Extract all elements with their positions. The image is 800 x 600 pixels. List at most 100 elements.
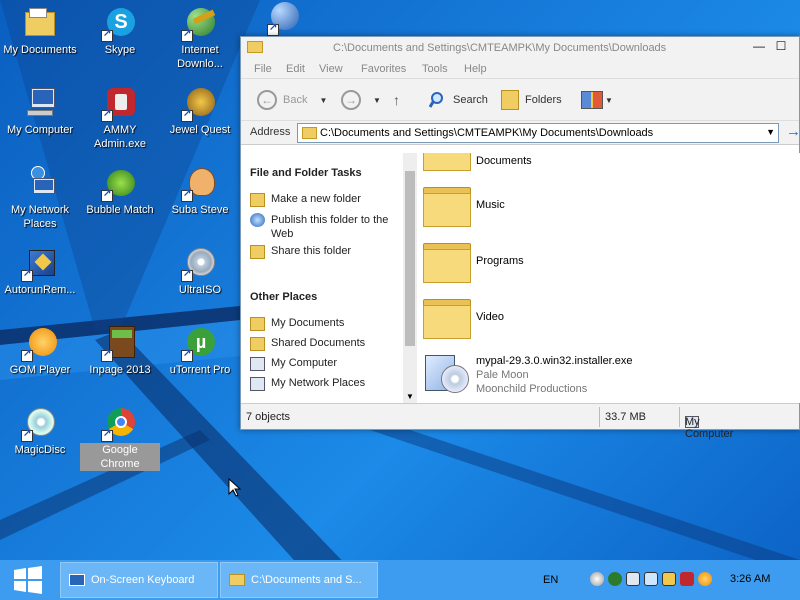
taskbar-button-on-screen-keyboard[interactable]: On-Screen Keyboard xyxy=(60,562,218,598)
exe-file-product: Pale Moon xyxy=(476,369,529,381)
other-places-title: Other Places xyxy=(250,291,318,303)
explorer-window[interactable]: C:\Documents and Settings\CMTEAMPK\My Do… xyxy=(240,36,800,440)
minimize-button[interactable]: — xyxy=(749,39,769,55)
desktop-icon-gom-player[interactable]: GOM Player xyxy=(0,326,80,377)
tray-network-icon[interactable] xyxy=(608,572,622,586)
bubble-match-icon xyxy=(101,166,137,202)
back-button[interactable]: ← Back ▼ xyxy=(257,89,327,111)
go-arrow-icon[interactable]: → xyxy=(786,123,800,140)
windows-logo-icon xyxy=(14,566,42,594)
tray-app-icon[interactable] xyxy=(680,572,694,586)
task-share-folder[interactable]: Share this folder xyxy=(250,245,351,259)
folder-icon xyxy=(302,127,317,139)
place-my-documents[interactable]: My Documents xyxy=(250,317,344,331)
place-my-network-places[interactable]: My Network Places xyxy=(250,377,365,391)
desktop-icon-skype[interactable]: S Skype xyxy=(80,6,160,57)
tray-screen-icon[interactable] xyxy=(644,572,658,586)
address-value: C:\Documents and Settings\CMTEAMPK\My Do… xyxy=(320,127,654,139)
exe-file-company: Moonchild Productions xyxy=(476,383,588,395)
folder-icon xyxy=(250,317,265,331)
taskbar-button-explorer[interactable]: C:\Documents and S... xyxy=(220,562,378,598)
chevron-down-icon: ▼ xyxy=(605,95,613,105)
status-size: 33.7 MB xyxy=(605,411,646,423)
menu-edit[interactable]: Edit xyxy=(286,63,305,75)
address-bar: Address C:\Documents and Settings\CMTEAM… xyxy=(241,121,800,145)
exe-file-item[interactable]: mypal-29.3.0.win32.installer.exe Pale Mo… xyxy=(423,349,793,399)
toolbar: ← Back ▼ → ▼ ↑ Search Folders ▼ xyxy=(241,79,799,121)
menu-tools[interactable]: Tools xyxy=(422,63,448,75)
place-shared-documents[interactable]: Shared Documents xyxy=(250,337,365,351)
task-pane-scrollbar[interactable]: ▼ xyxy=(403,153,417,403)
computer-icon xyxy=(250,357,265,371)
folder-icon xyxy=(247,41,263,53)
chevron-down-icon[interactable]: ▼ xyxy=(319,96,327,105)
address-input[interactable]: C:\Documents and Settings\CMTEAMPK\My Do… xyxy=(297,123,779,143)
task-publish-folder[interactable]: Publish this folder to the Web xyxy=(250,213,400,241)
exe-file-name: mypal-29.3.0.win32.installer.exe xyxy=(476,355,633,367)
keyboard-icon xyxy=(69,574,85,586)
tray-monitor-icon[interactable] xyxy=(626,572,640,586)
desktop-icon-autorun-remover[interactable]: AutorunRem... xyxy=(0,246,80,297)
menu-bar: File Edit View Favorites Tools Help xyxy=(241,59,799,79)
back-arrow-icon: ← xyxy=(257,90,277,110)
desktop-icon-inpage-2013[interactable]: Inpage 2013 xyxy=(80,326,160,377)
menu-file[interactable]: File xyxy=(254,63,272,75)
chevron-down-icon[interactable]: ▼ xyxy=(373,96,381,105)
task-make-new-folder[interactable]: Make a new folder xyxy=(250,193,361,207)
desktop-icon-ammy-admin[interactable]: AMMY Admin.exe xyxy=(80,86,160,151)
desktop-icon-my-computer[interactable]: My Computer xyxy=(0,86,80,137)
taskbar: On-Screen Keyboard C:\Documents and S...… xyxy=(0,560,800,600)
maximize-button[interactable]: ☐ xyxy=(771,39,791,55)
folder-icon xyxy=(423,293,471,341)
place-my-computer[interactable]: My Computer xyxy=(250,357,337,371)
search-icon xyxy=(429,92,443,108)
tray-disc-icon[interactable] xyxy=(590,572,604,586)
title-bar[interactable]: C:\Documents and Settings\CMTEAMPK\My Do… xyxy=(241,37,799,59)
skype-icon: S xyxy=(101,6,137,42)
jewel-quest-icon xyxy=(181,86,217,122)
computer-icon xyxy=(23,86,57,120)
folder-item[interactable]: Documents xyxy=(423,153,793,175)
menu-help[interactable]: Help xyxy=(464,63,487,75)
tray-clock-app-icon[interactable] xyxy=(698,572,712,586)
desktop-icon-utorrent-pro[interactable]: µ uTorrent Pro xyxy=(160,326,240,377)
chrome-icon xyxy=(101,406,137,442)
file-list: Documents Music Programs Video mypal-29.… xyxy=(417,153,800,403)
new-folder-icon xyxy=(250,193,265,207)
forward-arrow-icon: → xyxy=(341,90,361,110)
ammy-admin-icon xyxy=(101,86,137,122)
language-indicator[interactable]: EN xyxy=(543,574,558,586)
status-object-count: 7 objects xyxy=(246,411,291,423)
folder-item[interactable]: Video xyxy=(423,293,793,343)
desktop-icon-my-network-places[interactable]: My Network Places xyxy=(0,166,80,231)
forward-button[interactable]: → ▼ xyxy=(341,89,381,111)
scroll-down-icon[interactable]: ▼ xyxy=(406,392,414,401)
desktop-icon-my-documents[interactable]: My Documents xyxy=(0,6,80,57)
magicdisc-icon xyxy=(21,406,57,442)
folder-item[interactable]: Programs xyxy=(423,237,793,287)
folders-button[interactable]: Folders xyxy=(501,89,562,111)
share-folder-icon xyxy=(250,245,265,259)
desktop-icon-bubble-match[interactable]: Bubble Match xyxy=(80,166,160,217)
desktop-icon-globe[interactable] xyxy=(240,0,320,37)
start-button[interactable] xyxy=(12,566,44,594)
desktop-icon-internet-download[interactable]: Internet Downlo... xyxy=(160,6,240,71)
desktop-icon-suba-steve[interactable]: Suba Steve xyxy=(160,166,240,217)
up-folder-button[interactable]: ↑ xyxy=(393,89,400,111)
desktop-icon-magicdisc[interactable]: MagicDisc xyxy=(0,406,80,457)
folder-icon xyxy=(423,237,471,285)
tray-shield-icon[interactable] xyxy=(662,572,676,586)
menu-view[interactable]: View xyxy=(319,63,343,75)
taskbar-clock[interactable]: 3:26 AM xyxy=(730,573,770,585)
scrollbar-thumb[interactable] xyxy=(405,171,415,346)
search-button[interactable]: Search xyxy=(429,89,488,111)
status-bar: 7 objects 33.7 MB My Computer xyxy=(241,403,799,440)
menu-favorites[interactable]: Favorites xyxy=(361,63,406,75)
globe-icon xyxy=(263,0,299,36)
desktop-icon-google-chrome[interactable]: Google Chrome xyxy=(80,406,160,471)
chevron-down-icon[interactable]: ▼ xyxy=(766,127,775,137)
desktop-icon-ultraiso[interactable]: UltraISO xyxy=(160,246,240,297)
views-button[interactable]: ▼ xyxy=(581,89,613,111)
desktop-icon-jewel-quest[interactable]: Jewel Quest xyxy=(160,86,240,137)
folder-item[interactable]: Music xyxy=(423,181,793,231)
